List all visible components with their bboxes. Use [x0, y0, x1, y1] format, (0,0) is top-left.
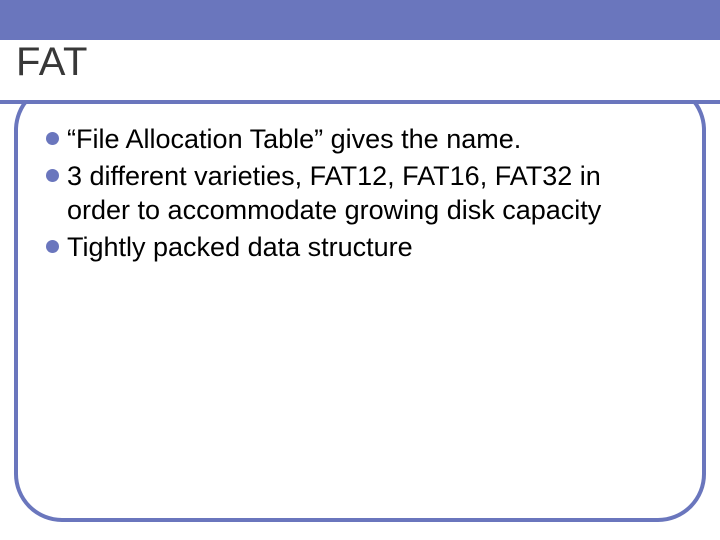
- bullet-icon: [46, 132, 59, 145]
- bullet-text: “File Allocation Table” gives the name.: [67, 122, 521, 157]
- bullet-list: “File Allocation Table” gives the name. …: [46, 122, 666, 266]
- top-banner: [0, 0, 720, 40]
- bullet-icon: [46, 240, 59, 253]
- list-item: 3 different varieties, FAT12, FAT16, FAT…: [46, 159, 666, 228]
- list-item: “File Allocation Table” gives the name.: [46, 122, 666, 157]
- bullet-text: 3 different varieties, FAT12, FAT16, FAT…: [67, 159, 666, 228]
- bullet-icon: [46, 169, 59, 182]
- list-item: Tightly packed data structure: [46, 230, 666, 265]
- bullet-text: Tightly packed data structure: [67, 230, 413, 265]
- title-underline: [0, 100, 720, 104]
